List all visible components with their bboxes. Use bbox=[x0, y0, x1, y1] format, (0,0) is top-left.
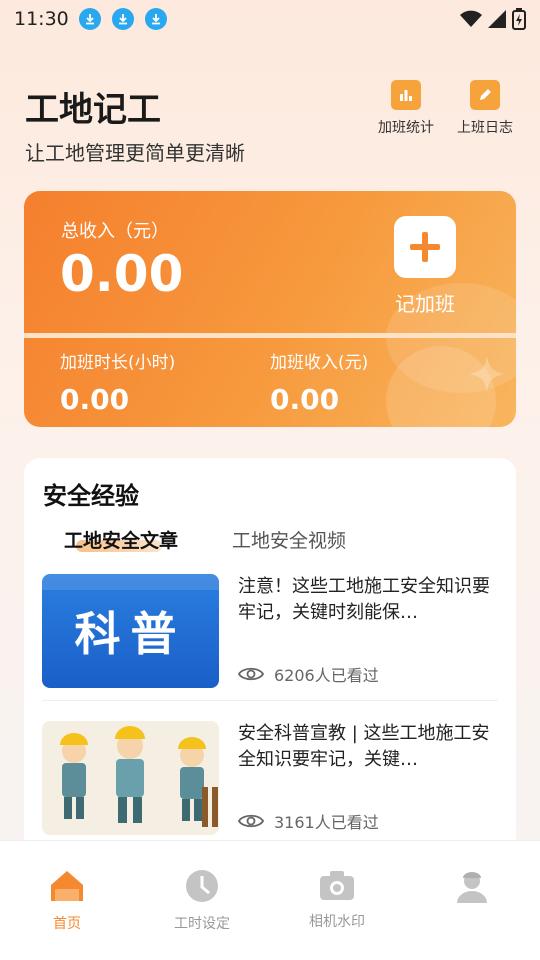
download-notification-icon bbox=[111, 8, 134, 30]
overtime-hours-stat: 加班时长(小时) 0.00 bbox=[60, 348, 175, 416]
nav-home[interactable]: 首页 bbox=[22, 869, 112, 933]
article-item[interactable]: 科普 注意！这些工地施工安全知识要牢记，关键时刻能保… 6206人已看过 bbox=[42, 574, 498, 691]
download-notification-icon bbox=[144, 8, 167, 30]
nav-label: 首页 bbox=[53, 916, 81, 932]
safety-experience-section: 安全经验 工地安全文章 工地安全视频 科普 注意！这些工地施工安全知识要牢记，关… bbox=[24, 458, 516, 878]
nav-label: 工时设定 bbox=[174, 916, 230, 932]
overtime-stats-label: 加班统计 bbox=[378, 120, 434, 136]
divider bbox=[42, 700, 498, 701]
add-overtime-label[interactable]: 记加班 bbox=[395, 288, 455, 317]
profile-icon bbox=[457, 872, 487, 903]
article-views: 6206人已看过 bbox=[238, 662, 379, 686]
download-notification-icon bbox=[78, 8, 101, 30]
work-log-button[interactable]: 上班日志 bbox=[457, 80, 513, 137]
overtime-income-value: 0.00 bbox=[270, 383, 340, 416]
wifi-icon bbox=[460, 10, 482, 27]
nav-profile[interactable] bbox=[427, 869, 517, 913]
edit-calendar-icon bbox=[470, 80, 500, 110]
overtime-income-stat: 加班收入(元) 0.00 bbox=[270, 348, 368, 416]
nav-label: 相机水印 bbox=[309, 914, 365, 930]
income-card: 总收入（元） 0.00 记加班 加班时长(小时) 0.00 加班收入(元) 0.… bbox=[24, 191, 516, 427]
workers-illustration-icon bbox=[42, 721, 219, 835]
page-subtitle: 让工地管理更简单更清晰 bbox=[25, 141, 245, 165]
article-title: 注意！这些工地施工安全知识要牢记，关键时刻能保… bbox=[238, 576, 490, 623]
clock-icon bbox=[186, 870, 218, 902]
battery-icon bbox=[512, 8, 526, 30]
total-income-value: 0.00 bbox=[60, 245, 184, 303]
camera-icon bbox=[320, 871, 354, 900]
home-icon bbox=[51, 871, 83, 901]
eye-icon bbox=[238, 814, 264, 828]
nav-camera-watermark[interactable]: 相机水印 bbox=[292, 869, 382, 931]
overtime-hours-value: 0.00 bbox=[60, 383, 130, 416]
tab-safety-articles[interactable]: 工地安全文章 bbox=[64, 526, 178, 553]
section-title: 安全经验 bbox=[43, 482, 139, 510]
total-income-label: 总收入（元） bbox=[61, 221, 169, 242]
article-thumbnail bbox=[42, 721, 219, 835]
card-divider bbox=[24, 333, 516, 338]
add-overtime-button[interactable] bbox=[394, 216, 456, 278]
overtime-income-label: 加班收入(元) bbox=[270, 353, 369, 373]
thumbnail-text: 科普 bbox=[74, 607, 187, 661]
status-time: 11:30 bbox=[14, 8, 69, 30]
work-log-label: 上班日志 bbox=[457, 120, 513, 136]
signal-icon bbox=[488, 10, 506, 28]
status-bar: 11:30 bbox=[0, 0, 540, 38]
eye-icon bbox=[238, 667, 264, 681]
article-views: 3161人已看过 bbox=[238, 809, 379, 833]
article-item[interactable]: 安全科普宣教 | 这些工地施工安全知识要牢记，关键… 3161人已看过 bbox=[42, 721, 498, 838]
overtime-hours-label: 加班时长(小时) bbox=[60, 353, 176, 373]
plus-icon bbox=[410, 232, 440, 262]
tab-label: 工地安全视频 bbox=[232, 530, 347, 552]
article-thumbnail: 科普 bbox=[42, 574, 219, 688]
chart-calendar-icon bbox=[391, 80, 421, 110]
views-count: 3161人已看过 bbox=[274, 813, 379, 832]
sparkle-decoration-icon bbox=[469, 356, 505, 392]
nav-work-hours[interactable]: 工时设定 bbox=[157, 869, 247, 933]
views-count: 6206人已看过 bbox=[274, 666, 379, 685]
article-title: 安全科普宣教 | 这些工地施工安全知识要牢记，关键… bbox=[238, 723, 490, 770]
bottom-nav: 首页 工时设定 相机水印 bbox=[0, 840, 540, 960]
overtime-stats-button[interactable]: 加班统计 bbox=[378, 80, 434, 137]
tab-safety-videos[interactable]: 工地安全视频 bbox=[232, 526, 346, 553]
tab-label: 工地安全文章 bbox=[64, 530, 179, 552]
page-title: 工地记工 bbox=[25, 90, 161, 130]
